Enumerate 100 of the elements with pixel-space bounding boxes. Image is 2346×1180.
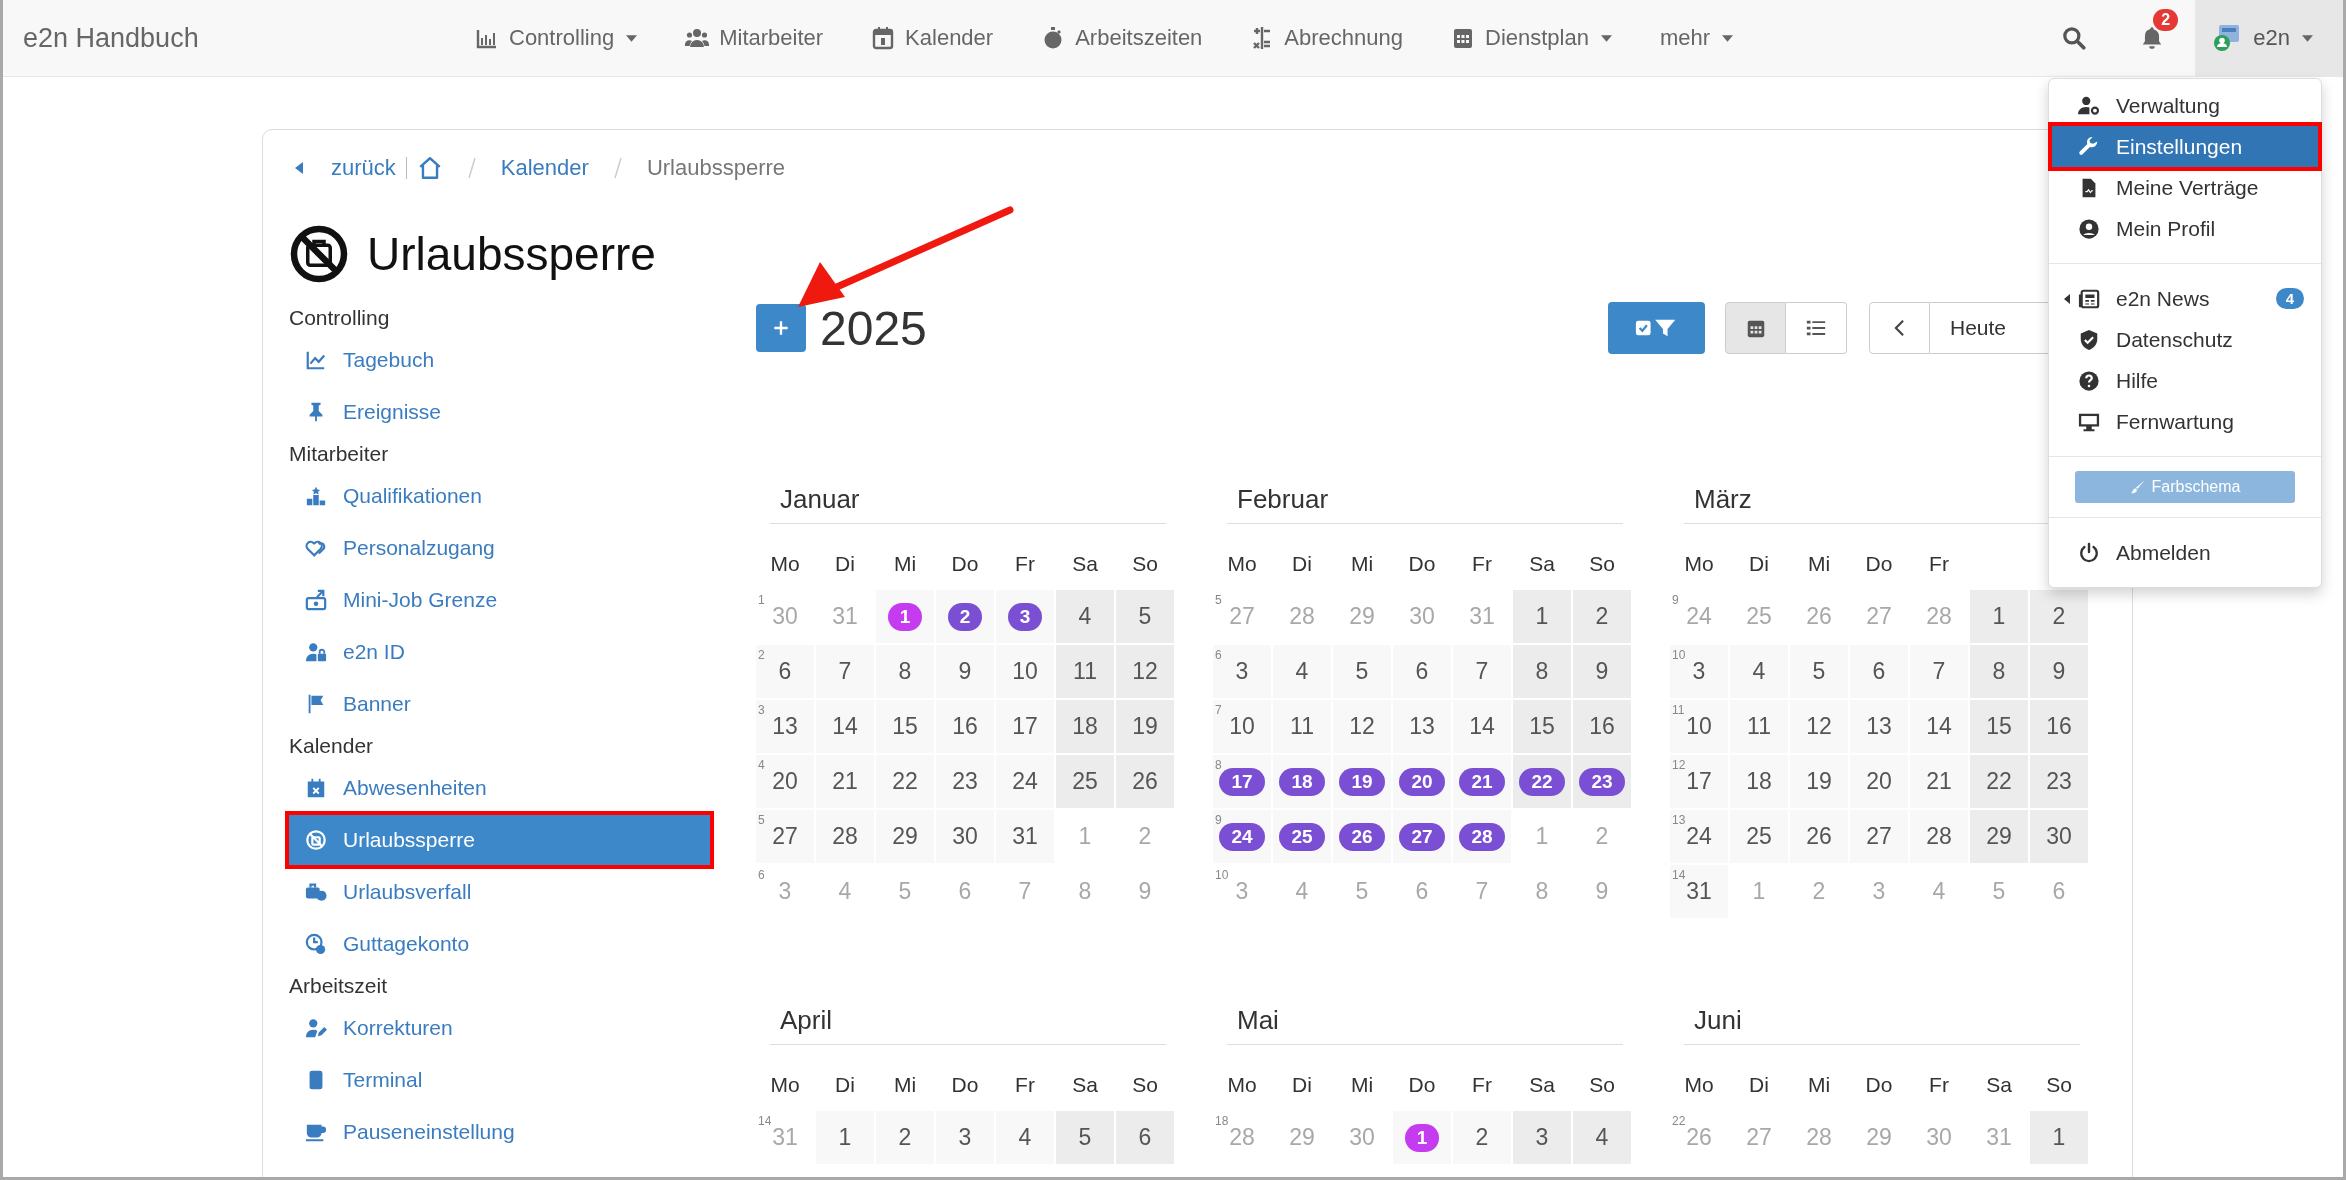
- day-cell[interactable]: 5: [1333, 645, 1391, 698]
- day-cell[interactable]: 1: [2030, 1111, 2088, 1164]
- nav-link[interactable]: Dienstplan: [1451, 25, 1612, 51]
- day-cell[interactable]: 10: [996, 645, 1054, 698]
- day-cell[interactable]: 18: [1730, 755, 1788, 808]
- sidebar-item[interactable]: Korrekturen: [289, 1003, 710, 1053]
- day-cell[interactable]: 4: [1056, 590, 1114, 643]
- day-cell[interactable]: 13: [1850, 700, 1908, 753]
- list-view-button[interactable]: [1786, 302, 1847, 354]
- day-cell[interactable]: 7: [816, 645, 874, 698]
- search-icon[interactable]: [2061, 25, 2088, 51]
- day-cell[interactable]: 1: [1970, 590, 2028, 643]
- sidebar-item[interactable]: Mini-Job Grenze: [289, 575, 710, 625]
- day-cell[interactable]: 3: [996, 590, 1054, 643]
- nav-link[interactable]: Arbeitszeiten: [1041, 25, 1203, 51]
- day-cell[interactable]: 30: [936, 810, 994, 863]
- day-cell[interactable]: 28: [1910, 810, 1968, 863]
- day-cell[interactable]: 2: [1453, 1111, 1511, 1164]
- day-cell[interactable]: 26: [1333, 810, 1391, 863]
- add-button[interactable]: [756, 304, 806, 352]
- day-cell[interactable]: 17: [996, 700, 1054, 753]
- day-cell[interactable]: 6 3: [1213, 645, 1271, 698]
- menu-item[interactable]: Fernwartung: [2052, 401, 2318, 442]
- day-cell[interactable]: 16: [936, 700, 994, 753]
- day-cell[interactable]: 2: [1573, 590, 1631, 643]
- day-cell[interactable]: 15: [876, 700, 934, 753]
- day-cell[interactable]: 18: [1273, 755, 1331, 808]
- nav-link[interactable]: Controlling: [475, 25, 638, 51]
- sidebar-item[interactable]: Urlaubsverfall: [289, 867, 710, 917]
- sidebar-item[interactable]: Ereignisse: [289, 387, 710, 437]
- sidebar-item[interactable]: Personalzugang: [289, 523, 710, 573]
- day-cell[interactable]: 11: [1273, 700, 1331, 753]
- sidebar-item[interactable]: Guttagekonto: [289, 919, 710, 969]
- day-cell[interactable]: 16: [1573, 700, 1631, 753]
- calendar-view-button[interactable]: [1725, 302, 1786, 354]
- day-cell[interactable]: 2: [2030, 590, 2088, 643]
- day-cell[interactable]: 14: [1910, 700, 1968, 753]
- day-cell[interactable]: 25: [1056, 755, 1114, 808]
- day-cell[interactable]: 5 27: [756, 810, 814, 863]
- day-cell[interactable]: 14 31: [1670, 865, 1728, 918]
- day-cell[interactable]: 7 10: [1213, 700, 1271, 753]
- day-cell[interactable]: 23: [1573, 755, 1631, 808]
- day-cell[interactable]: 9: [2030, 645, 2088, 698]
- sidebar-item[interactable]: e2n ID: [289, 627, 710, 677]
- day-cell[interactable]: 11: [1056, 645, 1114, 698]
- day-cell[interactable]: 6: [1116, 1111, 1174, 1164]
- day-cell[interactable]: 14: [1453, 700, 1511, 753]
- day-cell[interactable]: 29: [1970, 810, 2028, 863]
- day-cell[interactable]: 19: [1116, 700, 1174, 753]
- day-cell[interactable]: 6: [1393, 645, 1451, 698]
- sidebar-item[interactable]: Qualifikationen: [289, 471, 710, 521]
- day-cell[interactable]: 27: [1393, 810, 1451, 863]
- sidebar-item[interactable]: Terminal: [289, 1055, 710, 1105]
- day-cell[interactable]: 15: [1513, 700, 1571, 753]
- day-cell[interactable]: 22: [876, 755, 934, 808]
- day-cell[interactable]: 26: [1790, 810, 1848, 863]
- day-cell[interactable]: 2: [876, 1111, 934, 1164]
- user-menu-button[interactable]: e2n: [2195, 0, 2343, 76]
- sidebar-item[interactable]: Pauseneinstellung: [289, 1107, 710, 1157]
- sidebar-item[interactable]: Tagebuch: [289, 335, 710, 385]
- day-cell[interactable]: 4: [996, 1111, 1054, 1164]
- day-cell[interactable]: 11: [1730, 700, 1788, 753]
- menu-item[interactable]: Hilfe: [2052, 360, 2318, 401]
- day-cell[interactable]: 8: [876, 645, 934, 698]
- day-cell[interactable]: 28: [816, 810, 874, 863]
- back-link[interactable]: zurück: [331, 155, 396, 181]
- day-cell[interactable]: 13 24: [1670, 810, 1728, 863]
- day-cell[interactable]: 4: [1573, 1111, 1631, 1164]
- day-cell[interactable]: 1: [1513, 590, 1571, 643]
- day-cell[interactable]: 3: [1513, 1111, 1571, 1164]
- day-cell[interactable]: 11 10: [1670, 700, 1728, 753]
- sidebar-item[interactable]: Banner: [289, 679, 710, 729]
- day-cell[interactable]: 12: [1116, 645, 1174, 698]
- day-cell[interactable]: 31: [996, 810, 1054, 863]
- nav-link[interactable]: Abrechnung: [1250, 25, 1403, 51]
- day-cell[interactable]: 13: [1393, 700, 1451, 753]
- day-cell[interactable]: 8: [1513, 645, 1571, 698]
- day-cell[interactable]: 9: [1573, 645, 1631, 698]
- day-cell[interactable]: 29: [876, 810, 934, 863]
- day-cell[interactable]: 24: [996, 755, 1054, 808]
- day-cell[interactable]: 22: [1970, 755, 2028, 808]
- day-cell[interactable]: 19: [1333, 755, 1391, 808]
- day-cell[interactable]: 2: [936, 590, 994, 643]
- nav-link[interactable]: Kalender: [871, 25, 994, 51]
- day-cell[interactable]: 4: [1273, 645, 1331, 698]
- nav-link[interactable]: mehr: [1659, 25, 1734, 51]
- day-cell[interactable]: 4: [1730, 645, 1788, 698]
- day-cell[interactable]: 1: [816, 1111, 874, 1164]
- day-cell[interactable]: 5: [1790, 645, 1848, 698]
- day-cell[interactable]: 12 17: [1670, 755, 1728, 808]
- day-cell[interactable]: 1: [876, 590, 934, 643]
- day-cell[interactable]: 7: [1910, 645, 1968, 698]
- day-cell[interactable]: 20: [1393, 755, 1451, 808]
- nav-link[interactable]: Mitarbeiter: [685, 25, 824, 51]
- menu-item[interactable]: Meine Verträge: [2052, 167, 2318, 208]
- sidebar-item[interactable]: Abwesenheiten: [289, 763, 710, 813]
- day-cell[interactable]: 19: [1790, 755, 1848, 808]
- day-cell[interactable]: 21: [1910, 755, 1968, 808]
- logout-item[interactable]: Abmelden: [2052, 532, 2318, 573]
- day-cell[interactable]: 21: [1453, 755, 1511, 808]
